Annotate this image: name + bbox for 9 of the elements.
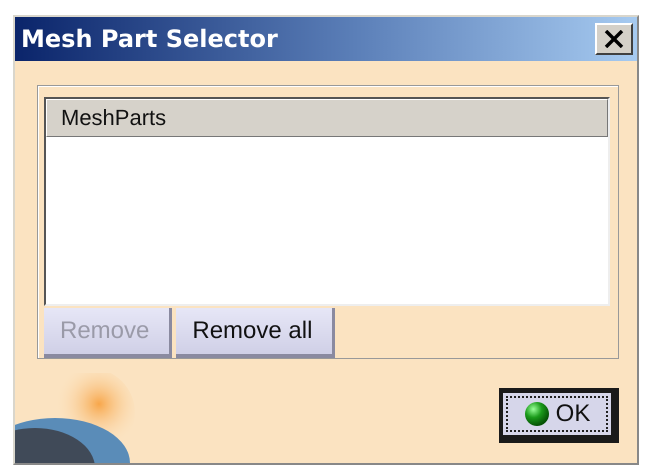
ok-button[interactable]: OK [499,388,619,443]
remove-all-button[interactable]: Remove all [176,308,336,358]
mesh-parts-list[interactable]: MeshParts [44,97,610,306]
close-button[interactable] [595,23,633,55]
window-title: Mesh Part Selector [21,25,278,53]
ok-label: OK [556,400,590,428]
close-icon [604,30,624,48]
ball-icon [524,401,550,427]
column-header[interactable]: MeshParts [46,99,608,137]
